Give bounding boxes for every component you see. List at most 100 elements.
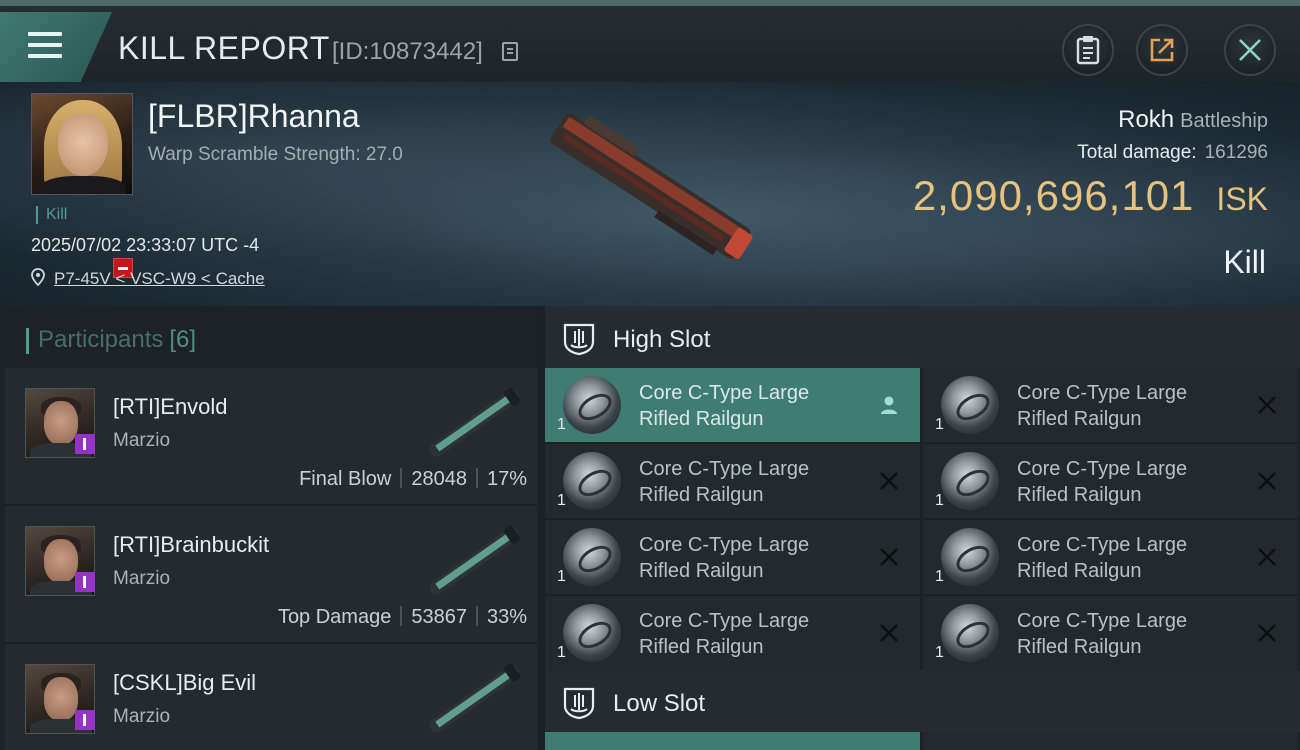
kill-datetime: 2025/07/02 23:33:07 UTC -4: [31, 235, 260, 255]
destroyed-x-icon: [1258, 396, 1276, 414]
total-damage-value: 161296: [1204, 142, 1268, 163]
high-slot-title: High Slot: [613, 326, 711, 353]
module-quantity: 1: [557, 416, 566, 433]
module-slot[interactable]: 1 Core C-Type Large Rifled Railgun: [545, 368, 920, 442]
low-slot-module-partial[interactable]: [923, 732, 1298, 750]
alliance-badge-icon[interactable]: [75, 434, 95, 454]
module-quantity: 1: [935, 416, 944, 433]
isk-value: 2,090,696,101 ISK: [913, 172, 1268, 220]
high-slot-icon: [563, 323, 595, 356]
participant-stats: Top Damage 53867 33%: [278, 606, 527, 629]
total-damage: Total damage: 161296: [1077, 142, 1268, 163]
victim-ship-render[interactable]: [530, 102, 770, 272]
share-icon: [1150, 38, 1174, 62]
module-quantity: 1: [935, 492, 944, 509]
module-name: Core C-Type Large Rifled Railgun: [639, 610, 810, 658]
module-slot[interactable]: 1 Core C-Type Large Rifled Railgun: [923, 444, 1298, 518]
top-bar: KILL REPORT [ID:10873442]: [0, 0, 1300, 82]
victim-portrait[interactable]: [31, 93, 133, 195]
clipboard-button[interactable]: [1062, 24, 1114, 76]
module-slot[interactable]: 1 Core C-Type Large Rifled Railgun: [923, 368, 1298, 442]
participant-ship-render: [429, 525, 521, 595]
isk-unit: ISK: [1216, 181, 1268, 217]
share-button[interactable]: [1136, 24, 1188, 76]
kill-tag: Kill: [36, 206, 67, 224]
participant-ship: Marzio: [113, 430, 171, 451]
module-name: Core C-Type Large Rifled Railgun: [1017, 610, 1188, 658]
ship-class: Battleship: [1180, 110, 1268, 132]
participants-panel: Participants [6] [RTI]Envold Marzio Final…: [0, 306, 540, 750]
close-icon: [1239, 39, 1261, 61]
module-quantity: 1: [935, 568, 944, 585]
low-slot-header: Low Slot: [545, 670, 1300, 732]
clipboard-icon: [1076, 36, 1100, 65]
participants-list: [RTI]Envold Marzio Final Blow 28048 17% [R…: [5, 368, 537, 750]
module-slot[interactable]: 1 Core C-Type Large Rifled Railgun: [545, 444, 920, 518]
participant-card[interactable]: [CSKL]Big Evil Marzio: [5, 644, 537, 750]
module-slot[interactable]: 1 Core C-Type Large Rifled Railgun: [545, 520, 920, 594]
participant-ship: Marzio: [113, 706, 171, 727]
participant-percent: 17%: [486, 468, 527, 490]
module-name: Core C-Type Large Rifled Railgun: [1017, 458, 1188, 506]
module-quantity: 1: [935, 644, 944, 661]
participant-stats: Final Blow 28048 17%: [299, 468, 527, 491]
ship-type: Rokh Battleship: [1118, 106, 1268, 134]
hamburger-icon: [28, 32, 62, 65]
railgun-icon: [563, 376, 621, 434]
victim-name[interactable]: [FLBR]Rhanna: [148, 98, 360, 135]
participant-ship-render: [429, 387, 521, 457]
participant-card[interactable]: [RTI]Envold Marzio Final Blow 28048 17%: [5, 368, 537, 506]
destroyed-x-icon: [1258, 624, 1276, 642]
module-name: Core C-Type Large Rifled Railgun: [639, 382, 810, 430]
report-id: [ID:10873442]: [332, 38, 483, 65]
ship-name[interactable]: Rokh: [1118, 106, 1174, 133]
railgun-icon: [941, 452, 999, 510]
module-name: Core C-Type Large Rifled Railgun: [1017, 382, 1188, 430]
module-quantity: 1: [557, 492, 566, 509]
high-slot-header: High Slot: [545, 306, 1300, 368]
participants-count: [6]: [169, 326, 197, 353]
page-title: KILL REPORT: [118, 30, 330, 66]
module-slot[interactable]: 1 Core C-Type Large Rifled Railgun: [923, 596, 1298, 670]
location-pin-icon: [31, 268, 45, 286]
low-slot-module-partial[interactable]: [545, 732, 920, 750]
destroyed-x-icon: [1258, 548, 1276, 566]
fittings-panel: High Slot 1 Core C-Type Large Rifled Rail…: [545, 306, 1300, 750]
participant-ship-render: [429, 663, 521, 733]
warp-scramble-strength: Warp Scramble Strength: 27.0: [148, 144, 403, 165]
person-icon: [881, 396, 897, 414]
participant-damage: 28048: [411, 468, 467, 490]
isk-amount: 2,090,696,101: [912, 172, 1195, 219]
menu-button[interactable]: [0, 12, 112, 82]
railgun-icon: [941, 528, 999, 586]
participant-name: [CSKL]Big Evil: [113, 670, 257, 695]
module-slot[interactable]: 1 Core C-Type Large Rifled Railgun: [545, 596, 920, 670]
participant-name: [RTI]Brainbuckit: [113, 532, 270, 557]
participants-header: Participants [6]: [26, 326, 196, 354]
copy-id-icon[interactable]: [502, 42, 518, 61]
participant-role: Final Blow: [299, 468, 392, 490]
module-name: Core C-Type Large Rifled Railgun: [639, 534, 810, 582]
module-quantity: 1: [557, 568, 566, 585]
victim-banner: [FLBR]Rhanna Warp Scramble Strength: 27.…: [0, 82, 1300, 306]
destroyed-x-icon: [880, 472, 898, 490]
alliance-badge-icon[interactable]: [75, 710, 95, 730]
destroyed-x-icon: [1258, 472, 1276, 490]
participant-percent: 33%: [486, 606, 527, 628]
kill-result: Kill: [1223, 244, 1266, 280]
alliance-badge-icon[interactable]: [75, 572, 95, 592]
railgun-icon: [563, 604, 621, 662]
participant-name: [RTI]Envold: [113, 394, 228, 419]
participant-card[interactable]: [RTI]Brainbuckit Marzio Top Damage 53867 3…: [5, 506, 537, 644]
location-link[interactable]: P7-45V < VSC-W9 < Cache: [54, 269, 265, 289]
destroyed-x-icon: [880, 548, 898, 566]
module-quantity: 1: [557, 644, 566, 661]
railgun-icon: [563, 452, 621, 510]
module-slot[interactable]: 1 Core C-Type Large Rifled Railgun: [923, 520, 1298, 594]
close-button[interactable]: [1224, 24, 1276, 76]
destroyed-x-icon: [880, 624, 898, 642]
participant-role: Top Damage: [277, 606, 392, 628]
participant-ship: Marzio: [113, 568, 171, 589]
low-slot-icon: [563, 687, 595, 720]
low-slot-title: Low Slot: [613, 690, 706, 717]
